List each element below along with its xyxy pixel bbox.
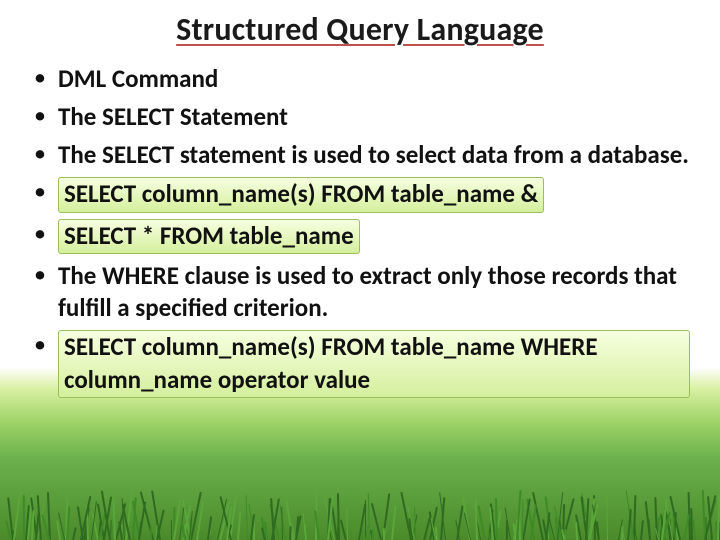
bullet-text-part: from a database. — [508, 139, 689, 170]
bullet-text-emphasis: select data — [396, 139, 508, 170]
slide-title: Structured Query Language — [30, 10, 690, 49]
bullet-item: The SELECT statement is used to select d… — [30, 139, 690, 171]
bullet-item: DML Command — [30, 63, 690, 95]
slide-content: DML Command The SELECT Statement The SEL… — [30, 63, 690, 398]
bullet-item: The SELECT Statement — [30, 101, 690, 133]
slide: Structured Query Language DML Command Th… — [0, 0, 720, 540]
bullet-text: The SELECT Statement — [58, 101, 288, 132]
grass-decoration — [0, 470, 720, 540]
code-highlight: SELECT * FROM table_name — [58, 219, 360, 255]
bullet-text: The WHERE clause is used to extract only… — [58, 260, 677, 323]
bullet-text: DML Command — [58, 63, 218, 94]
bullet-item: SELECT * FROM table_name — [30, 219, 690, 255]
bullet-list: DML Command The SELECT Statement The SEL… — [30, 63, 690, 398]
bullet-item: SELECT column_name(s) FROM table_name & — [30, 177, 690, 213]
code-highlight: SELECT column_name(s) FROM table_name WH… — [58, 330, 690, 398]
bullet-item: SELECT column_name(s) FROM table_name WH… — [30, 330, 690, 398]
bullet-item: The WHERE clause is used to extract only… — [30, 260, 690, 324]
bullet-text-part: The SELECT statement is used to — [58, 139, 396, 170]
code-highlight: SELECT column_name(s) FROM table_name & — [58, 177, 544, 213]
